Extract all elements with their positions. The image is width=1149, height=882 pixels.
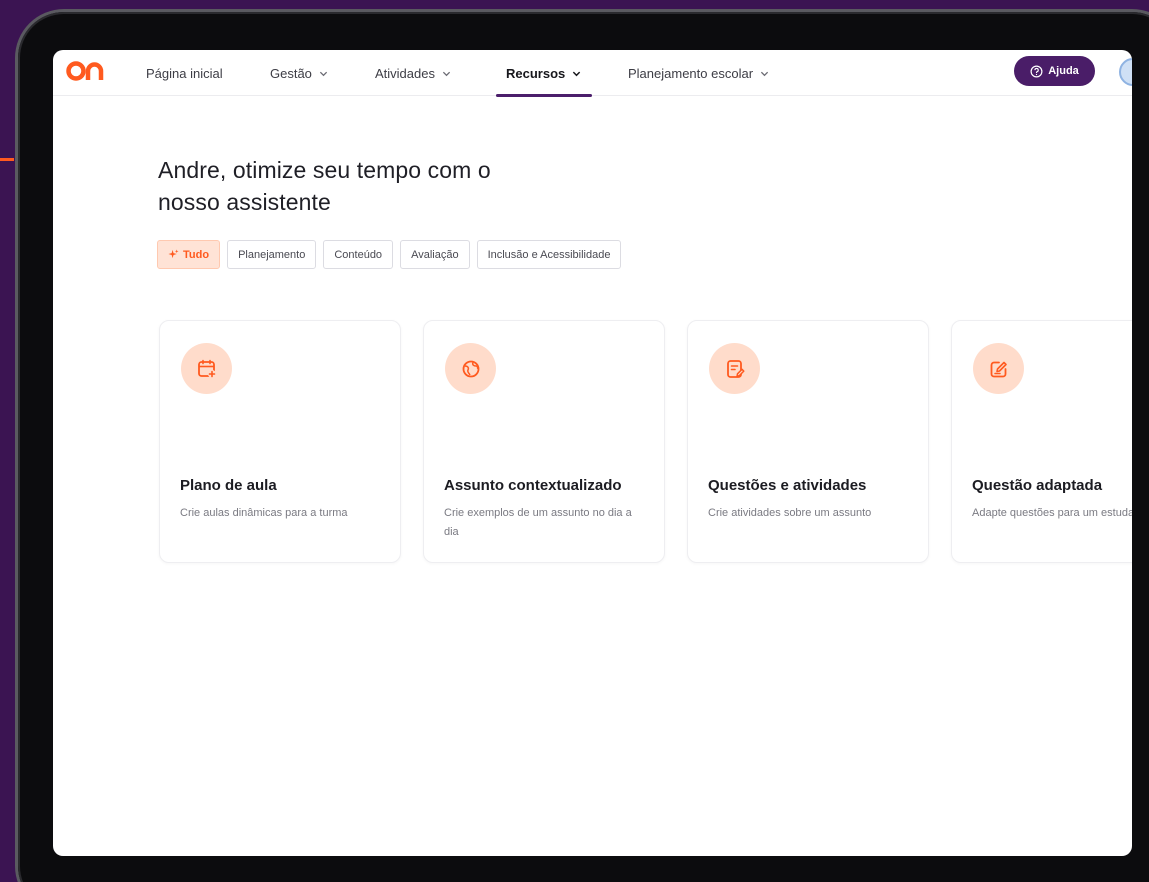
nav-item-pagina-inicial[interactable]: Página inicial <box>146 50 223 96</box>
logo-icon[interactable] <box>65 59 109 83</box>
top-navigation: Página inicial Gestão Atividades Recurso… <box>53 50 1132 97</box>
note-pencil-icon <box>990 361 1007 377</box>
assistant-card-plano-de-aula[interactable]: Plano de aula Crie aulas dinâmicas para … <box>159 320 401 563</box>
card-icon-circle <box>709 343 760 394</box>
filter-chips: Tudo Planejamento Conteúdo Avaliação Inc… <box>157 240 622 269</box>
nav-item-atividades[interactable]: Atividades <box>375 50 451 96</box>
card-description: Crie exemplos de um assunto no dia a dia <box>444 507 632 538</box>
card-icon-circle <box>445 343 496 394</box>
filter-chip-conteudo[interactable]: Conteúdo <box>323 240 394 269</box>
filter-chip-label: Planejamento <box>238 248 306 261</box>
chevron-down-icon <box>442 71 451 76</box>
card-title: Plano de aula <box>180 477 277 494</box>
filter-chip-tudo[interactable]: Tudo <box>157 240 221 269</box>
page-title-line-2: nosso assistente <box>158 189 331 215</box>
app-screen: Página inicial Gestão Atividades Recurso… <box>53 50 1132 856</box>
nav-item-label: Planejamento escolar <box>628 65 754 81</box>
help-button[interactable]: Ajuda <box>1014 56 1095 86</box>
card-description: Crie aulas dinâmicas para a turma <box>180 507 348 519</box>
nav-item-recursos[interactable]: Recursos <box>496 50 593 97</box>
card-title: Questão adaptada <box>972 477 1103 494</box>
card-description: Crie atividades sobre um assunto <box>708 507 872 519</box>
card-title: Assunto contextualizado <box>444 477 622 494</box>
sparkle-icon <box>168 249 179 259</box>
card-description: Adapte questões para um estudante <box>972 507 1132 519</box>
nav-item-gestao[interactable]: Gestão <box>270 50 328 96</box>
nav-item-label: Gestão <box>270 65 312 81</box>
card-title: Questões e atividades <box>708 477 867 494</box>
avatar[interactable] <box>1119 58 1132 86</box>
nav-item-label: Página inicial <box>146 65 223 81</box>
card-icon-circle <box>181 343 232 394</box>
filter-chip-label: Tudo <box>183 248 210 261</box>
chevron-down-icon <box>573 71 581 76</box>
calendar-plus-icon <box>197 359 216 378</box>
assistant-card-questoes-e-atividades[interactable]: Questões e atividades Crie atividades so… <box>687 320 929 563</box>
nav-item-label: Recursos <box>506 65 566 81</box>
filter-chip-label: Avaliação <box>411 248 459 261</box>
page-title-line-1: Andre, otimize seu tempo com o <box>158 157 491 183</box>
filter-chip-label: Inclusão e Acessibilidade <box>487 248 611 261</box>
help-button-label: Ajuda <box>1048 65 1079 77</box>
chevron-down-icon <box>319 71 328 76</box>
document-edit-icon <box>726 359 745 378</box>
page-title: Andre, otimize seu tempo com o nosso ass… <box>158 154 678 218</box>
nav-item-planejamento-escolar[interactable]: Planejamento escolar <box>628 50 769 96</box>
nav-item-label: Atividades <box>375 65 435 81</box>
globe-icon <box>462 360 479 377</box>
help-circle-icon <box>1030 65 1043 77</box>
background-accent-line <box>0 158 14 161</box>
filter-chip-inclusao-acessibilidade[interactable]: Inclusão e Acessibilidade <box>476 240 622 269</box>
filter-chip-planejamento[interactable]: Planejamento <box>227 240 317 269</box>
assistant-card-assunto-contextualizado[interactable]: Assunto contextualizado Crie exemplos de… <box>423 320 665 563</box>
filter-chip-avaliacao[interactable]: Avaliação <box>400 240 470 269</box>
chevron-down-icon <box>760 71 769 76</box>
assistant-card-questao-adaptada[interactable]: Questão adaptada Adapte questões para um… <box>951 320 1132 563</box>
filter-chip-label: Conteúdo <box>334 248 383 261</box>
card-icon-circle <box>973 343 1024 394</box>
